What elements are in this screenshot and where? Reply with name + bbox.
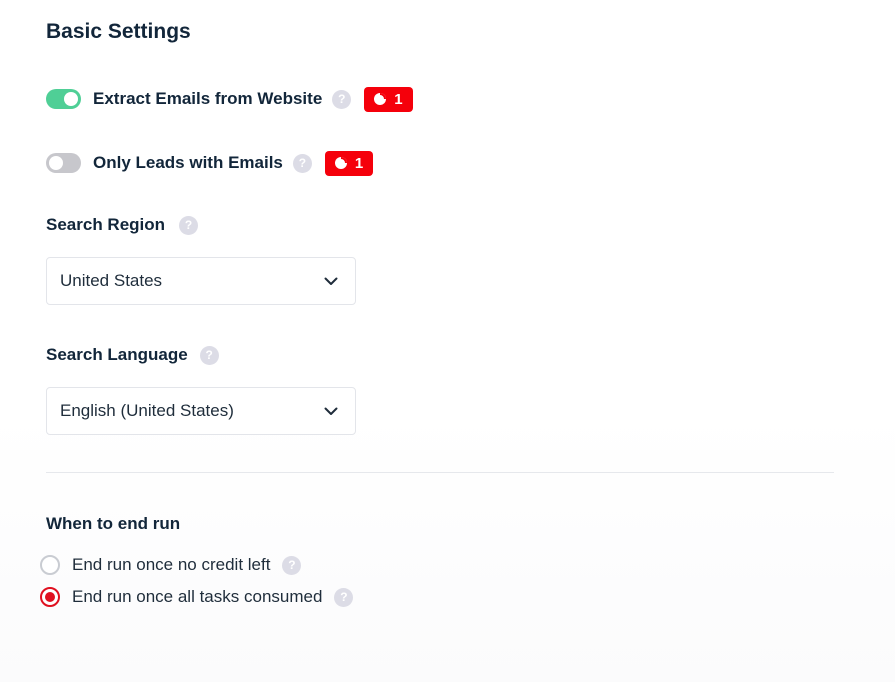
extract-emails-row: Extract Emails from Website ? 1 xyxy=(46,86,413,112)
end-run-option-all-tasks[interactable]: End run once all tasks consumed ? xyxy=(40,585,354,609)
search-language-label: Search Language ? xyxy=(46,345,219,365)
search-language-value: English (United States) xyxy=(60,401,234,420)
only-leads-row: Only Leads with Emails ? 1 xyxy=(46,150,374,176)
search-language-select[interactable]: English (United States) xyxy=(46,387,356,435)
search-region-value: United States xyxy=(60,271,163,290)
radio-no-credit-label: End run once no credit left xyxy=(72,555,271,574)
question-mark-icon[interactable]: ? xyxy=(332,89,352,109)
search-language-label-text: Search Language xyxy=(46,345,188,364)
section-title: Basic Settings xyxy=(46,20,191,43)
end-run-label-text: When to end run xyxy=(46,514,181,533)
toggle-knob xyxy=(49,156,63,170)
search-region-label: Search Region ? xyxy=(46,215,199,235)
question-mark-icon[interactable]: ? xyxy=(179,215,199,235)
credit-badge: 1 xyxy=(324,150,374,176)
only-leads-toggle[interactable] xyxy=(46,153,81,173)
end-run-option-no-credit[interactable]: End run once no credit left ? xyxy=(40,553,302,577)
toggle-knob xyxy=(64,92,78,106)
coin-icon xyxy=(374,93,387,105)
extract-emails-toggle[interactable] xyxy=(46,89,81,109)
extract-emails-label: Extract Emails from Website xyxy=(93,89,323,108)
search-region-label-text: Search Region xyxy=(46,215,166,234)
search-region-select[interactable]: United States xyxy=(46,257,356,305)
credit-badge-count: 1 xyxy=(394,90,403,108)
question-mark-icon[interactable]: ? xyxy=(199,345,219,365)
section-divider xyxy=(46,472,834,473)
question-mark-icon[interactable]: ? xyxy=(292,153,312,173)
radio-all-tasks[interactable] xyxy=(40,587,60,607)
chevron-down-icon xyxy=(324,407,338,415)
end-run-label: When to end run xyxy=(46,514,180,534)
chevron-down-icon xyxy=(324,277,338,285)
credit-badge-count: 1 xyxy=(354,154,364,172)
radio-no-credit[interactable] xyxy=(40,555,60,575)
question-mark-icon[interactable]: ? xyxy=(334,587,354,607)
radio-all-tasks-label: End run once all tasks consumed xyxy=(72,587,323,606)
question-mark-icon[interactable]: ? xyxy=(282,555,302,575)
coin-icon xyxy=(334,157,347,169)
credit-badge: 1 xyxy=(364,86,413,112)
only-leads-label: Only Leads with Emails xyxy=(93,153,283,172)
